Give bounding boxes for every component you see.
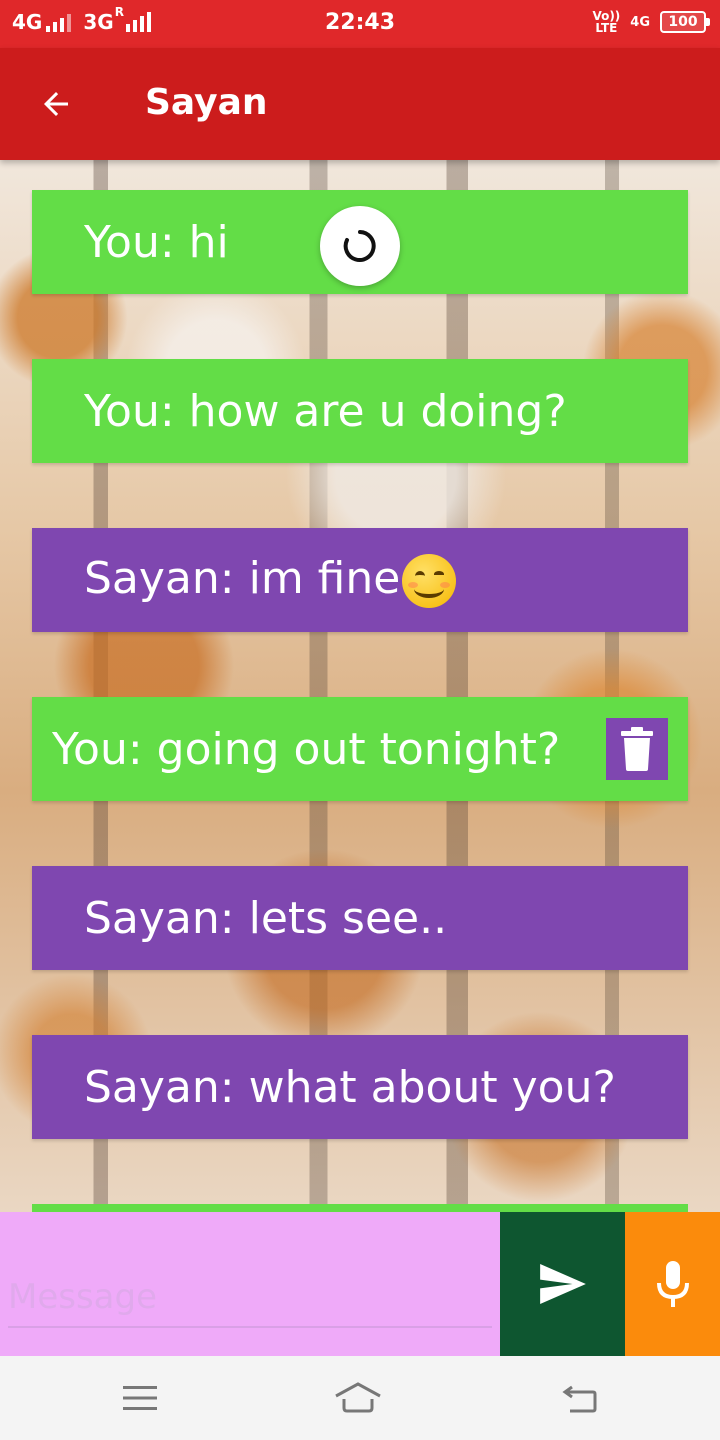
trash-icon xyxy=(621,727,653,771)
home-button[interactable] xyxy=(334,1374,382,1422)
loading-spinner-icon xyxy=(320,206,400,286)
battery-level: 100 xyxy=(668,14,698,30)
menu-icon xyxy=(123,1386,157,1410)
message-text-wrapper: Sayan: im fine xyxy=(32,552,457,608)
message-input[interactable] xyxy=(8,1268,492,1328)
network-type-data: 4G xyxy=(630,14,650,30)
message-bubble-incoming[interactable]: Sayan: lets see.. xyxy=(32,866,688,970)
volte-bottom-label: LTE xyxy=(595,21,618,35)
message-bubble-outgoing[interactable]: You: hi xyxy=(32,190,688,294)
home-icon xyxy=(335,1382,381,1413)
message-bubble-partial[interactable] xyxy=(32,1204,688,1212)
status-bar: 4G 3G R 22:43 Vo)) LTE 4G 100 xyxy=(0,0,720,48)
message-text: Sayan: im fine xyxy=(84,552,401,604)
volte-indicator: Vo)) LTE xyxy=(592,10,620,34)
app-bar: Sayan xyxy=(0,48,720,160)
send-icon xyxy=(539,1264,586,1304)
message-text: You: going out tonight? xyxy=(52,723,561,775)
system-indicators: Vo)) LTE 4G 100 xyxy=(592,10,710,34)
message-text: Sayan: what about you? xyxy=(84,1061,616,1113)
message-text: You: how are u doing? xyxy=(84,385,567,437)
battery-icon: 100 xyxy=(660,11,710,33)
message-bubble-incoming[interactable]: Sayan: im fine xyxy=(32,528,688,632)
smiling-face-icon xyxy=(402,553,457,608)
message-bubble-outgoing-selected[interactable]: You: going out tonight? xyxy=(32,697,688,801)
back-button[interactable] xyxy=(30,78,82,130)
delete-message-button[interactable] xyxy=(606,718,668,780)
voice-input-button[interactable] xyxy=(625,1212,720,1356)
recent-apps-button[interactable] xyxy=(116,1374,164,1422)
message-input-container xyxy=(0,1212,500,1356)
message-text: Sayan: lets see.. xyxy=(84,892,448,944)
system-navigation-bar xyxy=(0,1356,720,1440)
system-back-button[interactable] xyxy=(556,1374,604,1422)
chat-message-list[interactable]: You: hi You: how are u doing? Sayan: im … xyxy=(0,160,720,1212)
send-button[interactable] xyxy=(500,1212,625,1356)
message-text: You: hi xyxy=(84,216,229,268)
conversation-title: Sayan xyxy=(145,82,268,123)
return-icon xyxy=(562,1385,597,1413)
message-bubble-outgoing[interactable]: You: how are u doing? xyxy=(32,359,688,463)
message-bubble-incoming[interactable]: Sayan: what about you? xyxy=(32,1035,688,1139)
arrow-left-icon xyxy=(44,92,68,116)
message-composer xyxy=(0,1212,720,1356)
microphone-icon xyxy=(656,1261,689,1307)
